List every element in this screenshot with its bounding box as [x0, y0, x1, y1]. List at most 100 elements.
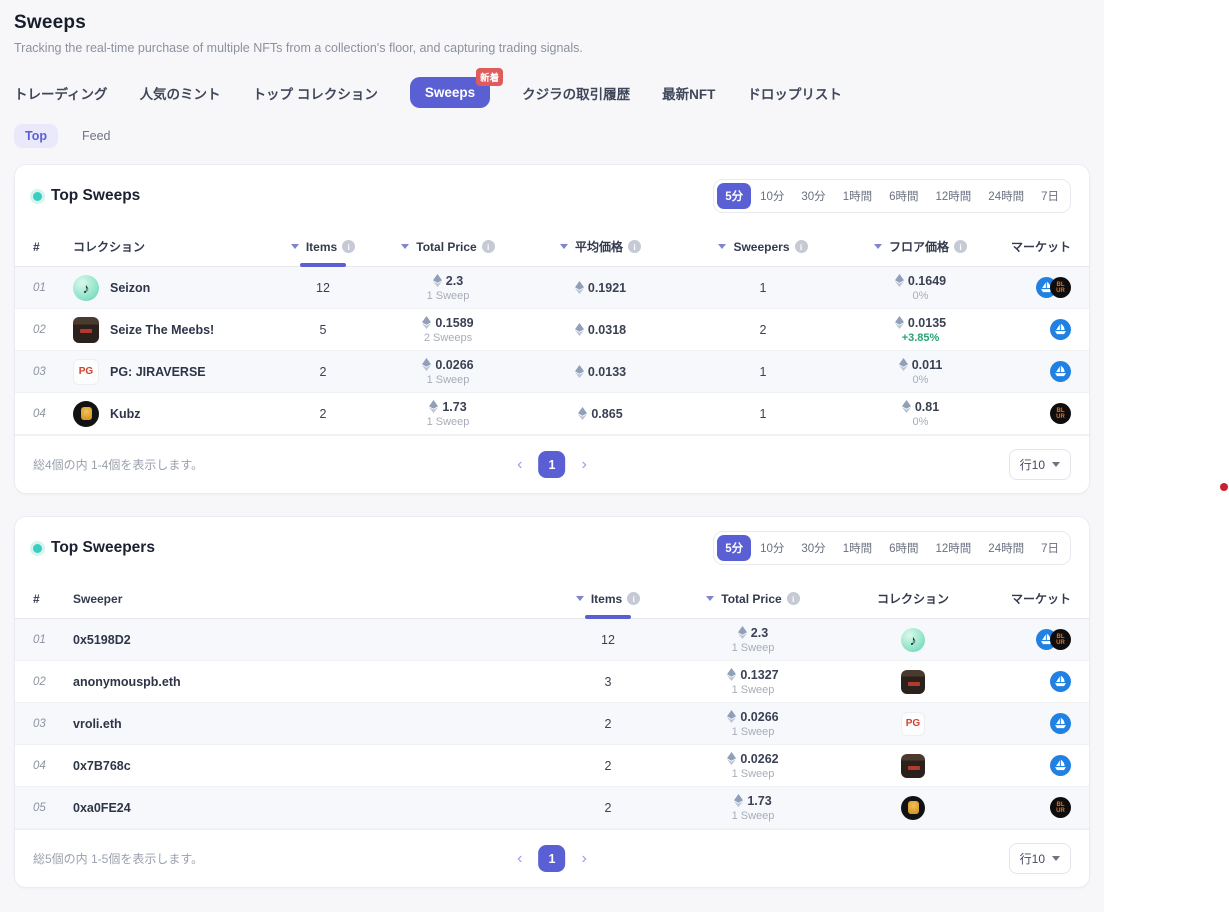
blur-icon[interactable]: [1050, 629, 1071, 650]
rows-per-page-select[interactable]: 行10: [1009, 843, 1071, 874]
table-row[interactable]: 02 anonymouspb.eth 3 0.1327 1 Sweep: [15, 661, 1089, 703]
eth-icon: [727, 668, 736, 681]
top-sweeps-title: Top Sweeps: [33, 187, 140, 205]
market-cell: [983, 755, 1071, 776]
nav-tab-trading[interactable]: トレーディング: [14, 83, 108, 103]
avg-price: 0.865: [591, 407, 622, 421]
timeframe-6h[interactable]: 6時間: [881, 535, 926, 561]
eth-icon: [429, 400, 438, 413]
sweeper-address[interactable]: vroli.eth: [73, 717, 122, 731]
col-floor-price[interactable]: フロア価格 i: [848, 227, 993, 266]
timeframe-30m[interactable]: 30分: [793, 183, 833, 209]
table-row[interactable]: 05 0xa0FE24 2 1.73 1 Sweep: [15, 787, 1089, 829]
sweeper-address[interactable]: 0x5198D2: [73, 633, 131, 647]
collection-avatar[interactable]: PG: [901, 712, 925, 736]
nav-tab-sweeps[interactable]: Sweeps 新着: [410, 77, 490, 108]
market-cell: [993, 361, 1071, 382]
collection-cell: [843, 754, 983, 778]
rows-per-page-select[interactable]: 行10: [1009, 449, 1071, 480]
blur-icon[interactable]: [1050, 277, 1071, 298]
timeframe-6h[interactable]: 6時間: [881, 183, 926, 209]
blur-icon[interactable]: [1050, 797, 1071, 818]
timeframe-12h[interactable]: 12時間: [928, 535, 980, 561]
nav-tab-drop-list[interactable]: ドロップリスト: [747, 83, 842, 103]
table-row[interactable]: 01 0x5198D2 12 2.3 1 Sweep ♪: [15, 619, 1089, 661]
avg-price: 0.0318: [588, 323, 626, 337]
col-total-price[interactable]: Total Price i: [373, 227, 523, 266]
live-dot-icon: [33, 192, 42, 201]
nav-tab-popular-mints[interactable]: 人気のミント: [140, 83, 221, 103]
info-icon[interactable]: i: [628, 240, 641, 253]
collection-avatar[interactable]: [901, 754, 925, 778]
current-page-button[interactable]: 1: [539, 451, 566, 478]
eth-icon: [738, 626, 747, 639]
timeframe-10m[interactable]: 10分: [752, 183, 792, 209]
opensea-icon[interactable]: [1050, 755, 1071, 776]
opensea-icon[interactable]: [1050, 361, 1071, 382]
eth-icon: [422, 358, 431, 371]
prev-page-icon[interactable]: ‹: [517, 851, 522, 867]
col-items[interactable]: Items i: [273, 227, 373, 266]
eth-icon: [727, 710, 736, 723]
info-icon[interactable]: i: [627, 592, 640, 605]
info-icon[interactable]: i: [482, 240, 495, 253]
collection-name[interactable]: Seizon: [110, 281, 150, 295]
table-row[interactable]: 02 Seize The Meebs! 5 0.1589 2 Sweeps 0.…: [15, 309, 1089, 351]
timeframe-filter: 5分 10分 30分 1時間 6時間 12時間 24時間 7日: [713, 531, 1071, 565]
timeframe-30m[interactable]: 30分: [793, 535, 833, 561]
opensea-icon[interactable]: [1050, 713, 1071, 734]
info-icon[interactable]: i: [342, 240, 355, 253]
timeframe-12h[interactable]: 12時間: [928, 183, 980, 209]
collection-name[interactable]: PG: JIRAVERSE: [110, 365, 206, 379]
eth-icon: [433, 274, 442, 287]
sweeper-address[interactable]: 0x7B768c: [73, 759, 131, 773]
collection-name[interactable]: Kubz: [110, 407, 141, 421]
next-page-icon[interactable]: ›: [582, 851, 587, 867]
opensea-icon[interactable]: [1050, 319, 1071, 340]
eth-icon: [895, 316, 904, 329]
col-sweepers[interactable]: Sweepers i: [678, 227, 848, 266]
current-page-button[interactable]: 1: [539, 845, 566, 872]
live-dot-icon: [33, 544, 42, 553]
info-icon[interactable]: i: [795, 240, 808, 253]
eth-icon: [895, 274, 904, 287]
nav-tab-new-nft[interactable]: 最新NFT: [662, 83, 715, 103]
col-total-label: Total Price: [721, 592, 781, 606]
table-row[interactable]: 01 ♪ Seizon 12 2.3 1 Sweep 0.1921 1 0.16…: [15, 267, 1089, 309]
col-avg-price[interactable]: 平均価格 i: [523, 227, 678, 266]
timeframe-5m[interactable]: 5分: [717, 183, 751, 209]
info-icon[interactable]: i: [954, 240, 967, 253]
table-row[interactable]: 04 0x7B768c 2 0.0262 1 Sweep: [15, 745, 1089, 787]
collection-avatar[interactable]: [901, 670, 925, 694]
next-page-icon[interactable]: ›: [582, 457, 587, 473]
nav-tab-top-collections[interactable]: トップ コレクション: [253, 83, 378, 103]
timeframe-24h[interactable]: 24時間: [980, 535, 1032, 561]
timeframe-7d[interactable]: 7日: [1033, 183, 1067, 209]
timeframe-1h[interactable]: 1時間: [835, 183, 880, 209]
timeframe-7d[interactable]: 7日: [1033, 535, 1067, 561]
col-items[interactable]: Items i: [553, 579, 663, 618]
col-avg-label: 平均価格: [575, 238, 623, 255]
avatar-glyph: ♪: [83, 280, 90, 296]
subtab-feed[interactable]: Feed: [78, 124, 115, 148]
nav-tab-whale-trades[interactable]: クジラの取引履歴: [522, 83, 630, 103]
collection-name[interactable]: Seize The Meebs!: [110, 323, 214, 337]
subtab-top[interactable]: Top: [14, 124, 58, 148]
timeframe-5m[interactable]: 5分: [717, 535, 751, 561]
prev-page-icon[interactable]: ‹: [517, 457, 522, 473]
opensea-icon[interactable]: [1050, 671, 1071, 692]
sweeper-address[interactable]: 0xa0FE24: [73, 801, 131, 815]
table-row[interactable]: 03 vroli.eth 2 0.0266 1 Sweep PG: [15, 703, 1089, 745]
blur-icon[interactable]: [1050, 403, 1071, 424]
table-row[interactable]: 03 PG PG: JIRAVERSE 2 0.0266 1 Sweep 0.0…: [15, 351, 1089, 393]
timeframe-24h[interactable]: 24時間: [980, 183, 1032, 209]
sweeper-address[interactable]: anonymouspb.eth: [73, 675, 181, 689]
collection-avatar[interactable]: ♪: [901, 628, 925, 652]
info-icon[interactable]: i: [787, 592, 800, 605]
timeframe-10m[interactable]: 10分: [752, 535, 792, 561]
collection-avatar[interactable]: [901, 796, 925, 820]
col-total-price[interactable]: Total Price i: [663, 579, 843, 618]
timeframe-1h[interactable]: 1時間: [835, 535, 880, 561]
items-count: 2: [553, 759, 663, 773]
table-row[interactable]: 04 Kubz 2 1.73 1 Sweep 0.865 1 0.81 0%: [15, 393, 1089, 435]
